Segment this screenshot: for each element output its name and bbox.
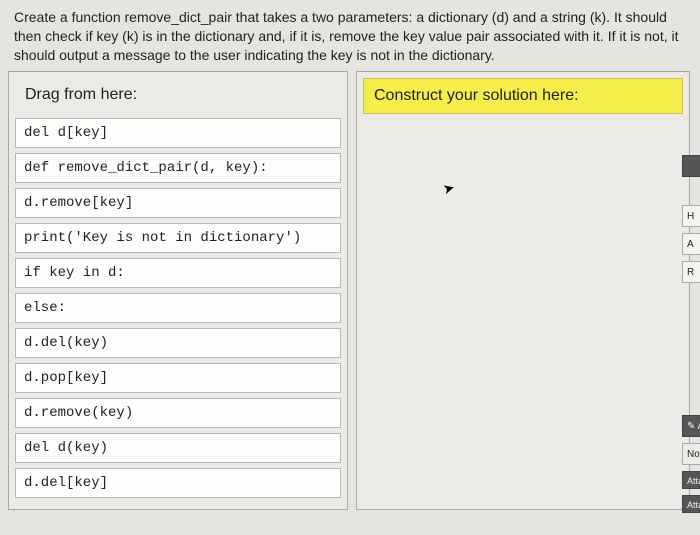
attach-option[interactable]: Attach t bbox=[682, 495, 700, 513]
target-panel[interactable]: Construct your solution here: bbox=[356, 71, 690, 510]
code-block[interactable]: print('Key is not in dictionary') bbox=[15, 223, 341, 253]
code-block[interactable]: del d[key] bbox=[15, 118, 341, 148]
target-header: Construct your solution here: bbox=[363, 78, 683, 114]
code-block[interactable]: d.remove[key] bbox=[15, 188, 341, 218]
exercise-instructions: Create a function remove_dict_pair that … bbox=[0, 0, 700, 71]
attach-option[interactable]: Attach a bbox=[682, 471, 700, 489]
code-block[interactable]: else: bbox=[15, 293, 341, 323]
no-attach-label: No att bbox=[682, 443, 700, 465]
side-button[interactable]: H bbox=[682, 205, 700, 227]
side-toolbar: H A R ✎ Att No att Attach a Attach t bbox=[682, 155, 700, 513]
code-block[interactable]: d.del(key) bbox=[15, 328, 341, 358]
code-block[interactable]: d.remove(key) bbox=[15, 398, 341, 428]
code-block[interactable]: if key in d: bbox=[15, 258, 341, 288]
side-button[interactable] bbox=[682, 155, 700, 177]
source-header: Drag from here: bbox=[15, 78, 341, 112]
code-block[interactable]: def remove_dict_pair(d, key): bbox=[15, 153, 341, 183]
code-block[interactable]: d.pop[key] bbox=[15, 363, 341, 393]
code-block[interactable]: del d(key) bbox=[15, 433, 341, 463]
code-block[interactable]: d.del[key] bbox=[15, 468, 341, 498]
workspace: Drag from here: del d[key] def remove_di… bbox=[0, 71, 700, 510]
source-panel: Drag from here: del d[key] def remove_di… bbox=[8, 71, 348, 510]
side-button[interactable]: R bbox=[682, 261, 700, 283]
attach-button[interactable]: ✎ Att bbox=[682, 415, 700, 437]
side-button[interactable]: A bbox=[682, 233, 700, 255]
